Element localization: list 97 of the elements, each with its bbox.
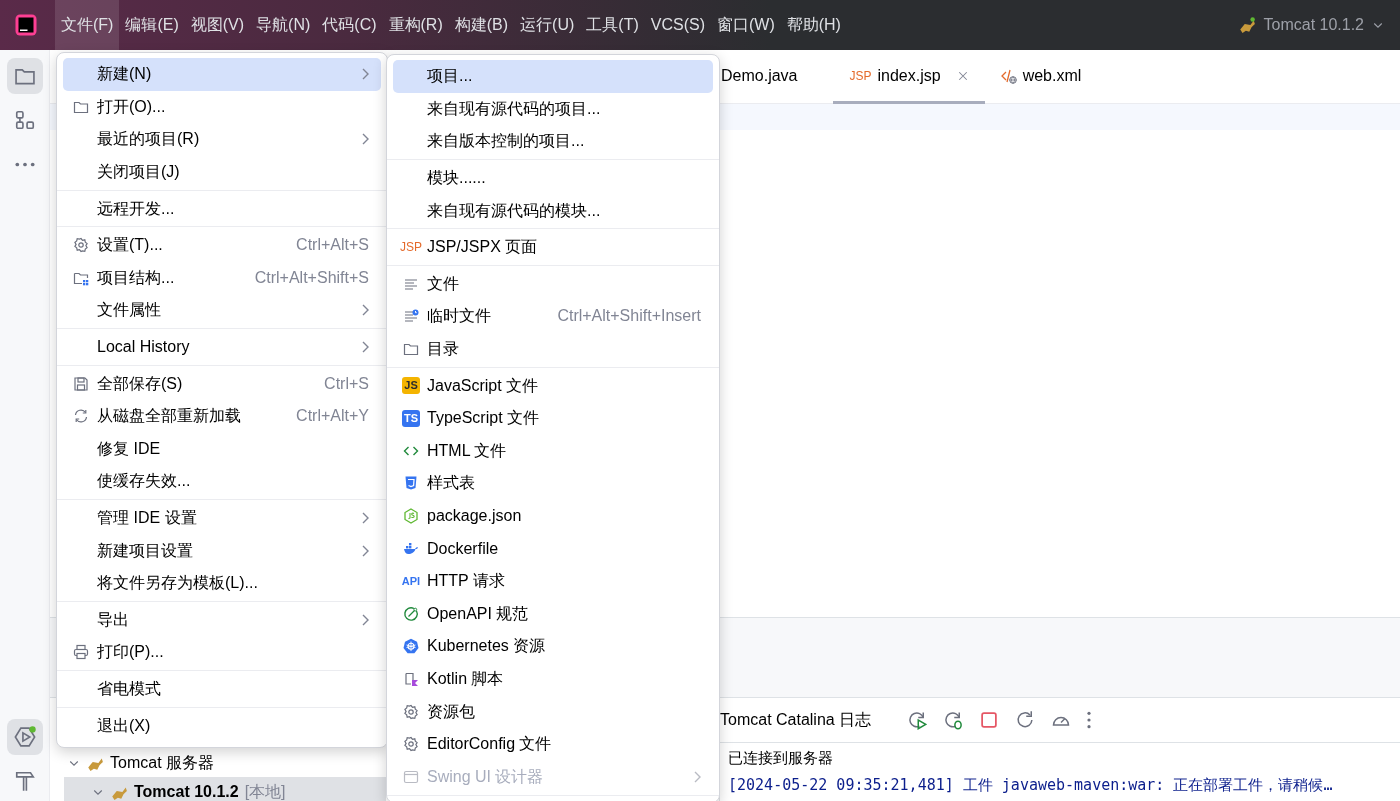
editor-tab[interactable]: web.xml: [984, 50, 1098, 104]
menu-item[interactable]: 资源包: [393, 695, 713, 728]
tree-row[interactable]: Tomcat 服务器: [64, 748, 386, 777]
menu-item[interactable]: Dockerfile: [393, 532, 713, 565]
menu-item[interactable]: 样式表: [393, 467, 713, 500]
close-icon[interactable]: [956, 69, 969, 82]
menu-item[interactable]: 省电模式: [63, 672, 381, 706]
menu-item[interactable]: 项目结构... Ctrl+Alt+Shift+S: [63, 261, 381, 295]
menu-item[interactable]: 重构(R): [382, 0, 449, 50]
menu-item[interactable]: 临时文件 Ctrl+Alt+Shift+Insert: [393, 300, 713, 333]
gauge-icon: [403, 605, 419, 622]
menu-item[interactable]: 目录: [393, 332, 713, 366]
printer-icon: [73, 644, 89, 661]
tool-window-button[interactable]: [6, 719, 43, 755]
menu-item[interactable]: Kubernetes 资源: [393, 630, 713, 663]
editor-tab[interactable]: Demo.java: [721, 50, 814, 104]
menu-item[interactable]: JS JavaScript 文件: [393, 369, 713, 402]
menu-item[interactable]: EditorConfig 文件: [393, 727, 713, 761]
menu-item[interactable]: 管理 IDE 设置: [63, 501, 381, 535]
more-icon[interactable]: [1087, 711, 1092, 729]
app-logo-icon: [14, 13, 38, 37]
shield-icon: [403, 475, 419, 492]
menu-item[interactable]: 关闭项目(J): [63, 155, 381, 189]
menu-item[interactable]: 来自现有源代码的项目...: [393, 92, 713, 126]
menu-item[interactable]: Kotlin 脚本: [393, 662, 713, 696]
tree-label-suffix: [本地]: [244, 781, 286, 801]
menu-item[interactable]: 全部保存(S) Ctrl+S: [63, 367, 381, 400]
run-icon: [13, 726, 36, 748]
hexagon-icon: [403, 508, 419, 524]
menu-item[interactable]: 远程开发...: [63, 192, 381, 225]
menu-item[interactable]: 构建(B): [448, 0, 515, 50]
reload-icon: [73, 408, 89, 425]
console-line: 已连接到服务器: [728, 748, 834, 768]
jsp-icon: JSP: [849, 69, 872, 82]
tree-label: Tomcat 10.1.2: [134, 781, 239, 801]
tree-label: Tomcat 服务器: [110, 752, 214, 773]
whale-icon: [403, 540, 419, 557]
run-config-selector[interactable]: Tomcat 10.1.2: [1237, 13, 1384, 37]
menu-item[interactable]: 导出: [63, 603, 381, 637]
menu-item[interactable]: 窗口(W): [710, 0, 781, 50]
menu-item[interactable]: 将文件另存为模板(L)...: [63, 566, 381, 600]
menu-item[interactable]: 打开(O)...: [63, 90, 381, 124]
menu-item[interactable]: 文件(F): [55, 0, 120, 50]
window-icon: [403, 768, 419, 785]
hammer-icon: [13, 770, 36, 792]
save-icon: [73, 375, 89, 392]
tool-window-button[interactable]: [6, 58, 43, 94]
menu-item[interactable]: 文件: [393, 267, 713, 301]
tree-row[interactable]: Tomcat 10.1.2 [本地]: [64, 777, 386, 801]
menu-item[interactable]: 文件属性: [63, 294, 381, 327]
menu-item[interactable]: 使缓存失效...: [63, 465, 381, 498]
menu-item[interactable]: 帮助(H): [780, 0, 847, 50]
menu-item[interactable]: 设置(T)... Ctrl+Alt+S: [63, 228, 381, 262]
gear-icon: [403, 736, 419, 753]
menu-item[interactable]: 修复 IDE: [63, 432, 381, 466]
gear-icon: [403, 703, 419, 720]
menu-item[interactable]: 来自现有源代码的模块...: [393, 194, 713, 227]
menu-item[interactable]: Local History: [63, 330, 381, 364]
menu-item[interactable]: 新建项目设置: [63, 534, 381, 567]
menu-item[interactable]: 代码(C): [316, 0, 383, 50]
menu-item[interactable]: HTML 文件: [393, 434, 713, 468]
more-icon: [14, 161, 35, 167]
menu-item[interactable]: 导航(N): [250, 0, 317, 50]
helm-wheel-icon: [403, 638, 419, 655]
script-icon: [403, 671, 419, 687]
menu-item[interactable]: OpenAPI 规范: [393, 597, 713, 631]
rerun-icon[interactable]: [907, 710, 928, 730]
jsp-icon: JSP: [400, 241, 422, 254]
menu-item[interactable]: 编辑(E): [119, 0, 185, 50]
menu-item[interactable]: package.json: [393, 499, 713, 533]
console-line: [2024-05-22 09:35:21,481] 工件 javaweb-maven:war: 正在部署工件，请稍候…: [728, 775, 1334, 796]
ts-icon: TS: [401, 409, 421, 427]
menu-item[interactable]: JSP JSP/JSPX 页面: [393, 230, 713, 264]
menu-item[interactable]: 模块......: [393, 161, 713, 195]
menu-item[interactable]: API HTTP 请求: [393, 564, 713, 598]
scratch-file-icon: [403, 308, 419, 325]
menu-item[interactable]: 视图(V): [184, 0, 251, 50]
menu-item[interactable]: 项目...: [393, 60, 713, 93]
gear-icon: [73, 237, 89, 254]
menu-item[interactable]: 最近的项目(R): [63, 123, 381, 156]
menu-item[interactable]: 新建(N): [63, 58, 381, 91]
code-globe-icon: [1000, 67, 1017, 84]
menu-item[interactable]: TS TypeScript 文件: [393, 401, 713, 435]
api-icon: API: [401, 575, 421, 587]
menu-item[interactable]: 运行(U): [514, 0, 581, 50]
menu-item[interactable]: 来自版本控制的项目...: [393, 125, 713, 158]
js-icon: JS: [402, 377, 420, 395]
stop-icon[interactable]: [979, 710, 1000, 730]
menu-item[interactable]: 工具(T): [580, 0, 645, 50]
menu-item[interactable]: 退出(X): [63, 709, 381, 742]
tab-title[interactable]: Tomcat Catalina 日志: [720, 708, 872, 732]
menu-item[interactable]: 从磁盘全部重新加载 Ctrl+Alt+Y: [63, 399, 381, 433]
rerun-debug-icon[interactable]: [943, 710, 964, 730]
structure-icon: [13, 109, 36, 131]
folder-icon: [403, 341, 419, 358]
menu-item[interactable]: 打印(P)...: [63, 636, 381, 669]
menu-item[interactable]: VCS(S): [644, 0, 711, 50]
